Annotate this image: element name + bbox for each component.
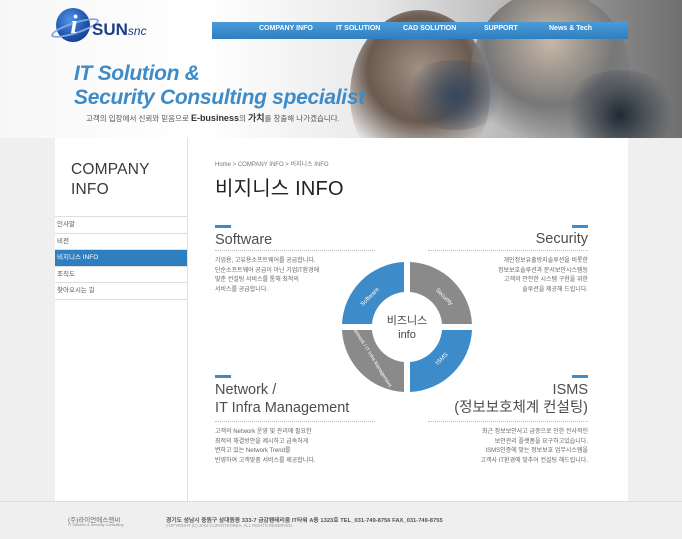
sidebar-title-line1: COMPANY <box>71 161 150 178</box>
sidebar-title-line2: INFO <box>71 181 109 198</box>
main-content: Home > COMPANY INFO > 비지니스 INFO 비지니스 INF… <box>188 138 628 501</box>
network-heading: Network / IT Infra Management <box>215 381 349 417</box>
isms-desc-line: 고객사 IT환경에 맞추어 컨설팅 해드립니다. <box>480 457 588 464</box>
business-donut-diagram: 비즈니스 info Software Security ISMS Network… <box>342 262 472 392</box>
network-divider <box>215 421 375 422</box>
isms-heading: ISMS (정보보호체계 컨설팅) <box>454 381 588 417</box>
nav-it-solution[interactable]: IT SOLUTION <box>336 25 380 32</box>
network-heading-line2: IT Infra Management <box>215 400 350 416</box>
isms-desc-line: 최근 정보보안사고 급증으로 인한 전사적인 <box>481 429 588 435</box>
security-accent-bar <box>572 225 588 228</box>
hero-sub-mid: 의 <box>238 114 248 123</box>
network-desc-line: 변하고 있는 Network Trend를 <box>215 448 291 454</box>
network-desc-line: 고객의 Network 운영 및 관리에 필요한 <box>215 429 312 435</box>
security-heading: Security <box>535 231 588 247</box>
hero-photo-shadow <box>400 60 510 130</box>
logo-mark-letter: i <box>70 10 78 39</box>
donut-center-line2: info <box>398 329 416 341</box>
isms-description: 최근 정보보안사고 급증으로 인한 전사적인 보안관리 플랫폼을 요구하고있습니… <box>418 428 588 466</box>
breadcrumb: Home > COMPANY INFO > 비지니스 INFO <box>215 162 329 168</box>
hero-sub-pre: 고객의 입장에서 신뢰와 믿음으로 <box>86 114 191 123</box>
main-nav: COMPANY INFO IT SOLUTION CAD SOLUTION SU… <box>212 22 628 39</box>
hero-subtitle: 고객의 입장에서 신뢰와 믿음으로 E-business의 가치를 창출해 나가… <box>86 111 340 124</box>
isms-divider <box>428 421 588 422</box>
site-logo[interactable]: i SUNsnc <box>56 8 176 48</box>
logo-text-suffix: snc <box>127 24 147 38</box>
nav-company-info[interactable]: COMPANY INFO <box>259 25 313 32</box>
isms-desc-line: 보안관리 플랫폼을 요구하고있습니다. <box>494 438 588 445</box>
nav-cad-solution[interactable]: CAD SOLUTION <box>403 25 456 32</box>
isms-accent-bar <box>572 375 588 378</box>
hero-sub-post: 를 창출해 나가겠습니다. <box>264 114 340 123</box>
network-description: 고객의 Network 운영 및 관리에 필요한 최적의 해결방안을 제시하고 … <box>215 428 375 466</box>
sidebar-item-greeting[interactable]: 인사말 <box>55 217 188 234</box>
donut-center-line1: 비즈니스 <box>387 314 427 327</box>
hero-title-line2: Security Consulting specialist <box>74 86 365 109</box>
network-heading-line1: Network / <box>215 382 277 398</box>
hero-sub-strong: 가치 <box>247 113 265 123</box>
software-divider <box>215 250 375 251</box>
nav-support[interactable]: SUPPORT <box>484 25 518 32</box>
hero-title-line1: IT Solution & <box>74 62 200 85</box>
network-desc-line: 반영하여 고객맞춤 서비스를 제공합니다. <box>215 457 316 464</box>
sidebar-item-directions[interactable]: 찾아오시는 길 <box>55 283 188 300</box>
sidebar: COMPANY INFO 인사말 비전 비지니스 INFO 조직도 찾아오시는 … <box>55 138 188 501</box>
software-heading: Software <box>215 232 273 248</box>
sidebar-title: COMPANY INFO <box>71 160 150 200</box>
hero-sub-brand: E-business <box>190 113 239 123</box>
logo-text-main: SUN <box>92 20 128 39</box>
network-desc-line: 최적의 해결방안을 제시하고 급속하게 <box>215 438 309 445</box>
network-accent-bar <box>215 375 231 378</box>
footer: (주)라이언에스앤씨 IT Solution & Security Consul… <box>0 501 682 539</box>
logo-text: SUNsnc <box>92 20 147 40</box>
footer-company-sub: IT Solution & Security Consulting <box>68 523 124 527</box>
nav-news-tech[interactable]: News & Tech <box>549 25 592 32</box>
software-accent-bar <box>215 225 231 228</box>
isms-heading-line1: ISMS <box>552 382 588 398</box>
security-divider <box>428 250 588 251</box>
hero-title: IT Solution & Security Consulting specia… <box>74 62 365 110</box>
page-title: 비지니스 INFO <box>215 178 344 200</box>
sidebar-item-business-info[interactable]: 비지니스 INFO <box>55 250 188 267</box>
sidebar-item-organization[interactable]: 조직도 <box>55 267 188 283</box>
sidebar-menu: 인사말 비전 비지니스 INFO 조직도 찾아오시는 길 <box>55 216 188 300</box>
isms-heading-line2: (정보보호체계 컨설팅) <box>454 400 588 416</box>
header-banner: i SUNsnc COMPANY INFO IT SOLUTION CAD SO… <box>0 0 682 138</box>
isms-desc-line: ISMS인증에 맞는 정보보호 업무시스템을 <box>485 448 588 454</box>
sidebar-item-vision[interactable]: 비전 <box>55 234 188 250</box>
footer-copyright: COPYRIGHT (C) 2010 CLIPARTKOREA. ALL RIG… <box>166 523 294 528</box>
